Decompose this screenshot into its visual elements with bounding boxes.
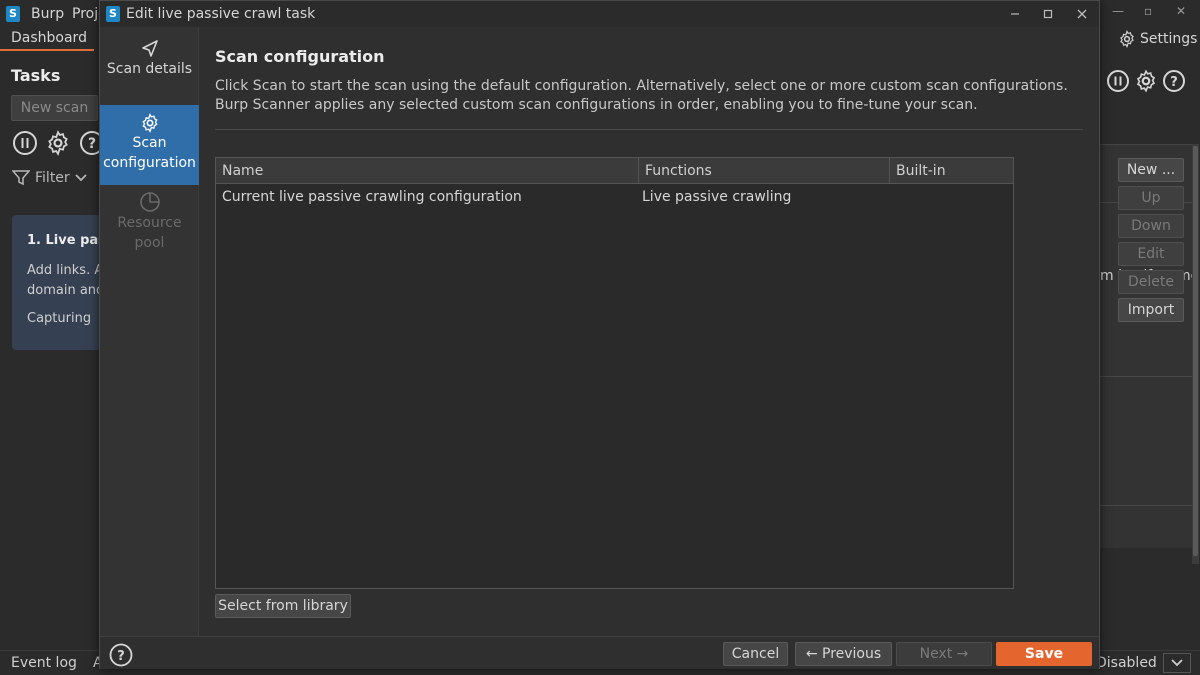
- sidebar-item-scan-details[interactable]: Scan details: [100, 39, 199, 89]
- sidebar-item-scan-configuration[interactable]: Scan configuration: [100, 105, 199, 185]
- new-scan-button[interactable]: New scan: [11, 95, 98, 121]
- previous-button[interactable]: ← Previous: [795, 642, 892, 666]
- table-row[interactable]: Current live passive crawling configurat…: [216, 185, 1013, 209]
- dialog-footer: ? Cancel ← Previous Next → Save: [100, 636, 1099, 669]
- pause-icon[interactable]: [1105, 68, 1131, 94]
- pie-chart-icon: [139, 192, 160, 212]
- menu-burp[interactable]: Burp: [31, 6, 64, 22]
- next-label: Next: [919, 646, 953, 662]
- filter-button[interactable]: Filter: [12, 170, 87, 186]
- help-icon[interactable]: ?: [109, 643, 133, 667]
- column-header-built-in[interactable]: Built-in: [890, 158, 1013, 184]
- task-card-status: Capturing: [27, 311, 92, 326]
- task-card-desc-1: Add links. A: [27, 263, 104, 278]
- column-header-name[interactable]: Name: [216, 158, 639, 184]
- page-description: Click Scan to start the scan using the d…: [215, 78, 1068, 113]
- app-close-icon[interactable]: ✕: [1176, 4, 1186, 18]
- send-icon: [141, 40, 158, 57]
- cancel-button[interactable]: Cancel: [723, 642, 788, 666]
- cell-functions: Live passive crawling: [642, 189, 792, 205]
- settings-button[interactable]: Settings: [1118, 28, 1197, 50]
- status-dropdown[interactable]: Disabled: [1096, 653, 1191, 673]
- app-restore-icon[interactable]: ▫: [1144, 4, 1152, 18]
- gear-icon[interactable]: [1133, 68, 1159, 94]
- edit-task-dialog: S Edit live passive crawl task Scan deta…: [99, 0, 1184, 669]
- sidebar-item-label: Scan: [132, 135, 167, 151]
- filter-icon: [12, 170, 30, 186]
- table-header: Name Functions Built-in: [216, 158, 1013, 184]
- task-card[interactable]: 1. Live passi Add links. A domain and Ca…: [12, 215, 108, 350]
- arrow-right-icon: →: [956, 646, 969, 662]
- page-title: Scan configuration: [215, 47, 385, 66]
- svg-text:?: ?: [117, 649, 125, 664]
- sidebar-item-label: Scan details: [106, 61, 193, 77]
- help-icon[interactable]: ?: [1161, 68, 1187, 94]
- status-dropdown-value: Disabled: [1096, 655, 1157, 671]
- tab-dashboard[interactable]: Dashboard: [0, 28, 94, 51]
- svg-text:?: ?: [1170, 75, 1178, 90]
- move-down-button[interactable]: Down: [1118, 214, 1184, 238]
- next-button[interactable]: Next →: [896, 642, 992, 666]
- task-card-desc-2: domain and: [27, 283, 105, 298]
- maximize-icon[interactable]: [1036, 4, 1060, 24]
- filter-label: Filter: [35, 170, 70, 186]
- sidebar-item-label: Resource: [117, 215, 182, 231]
- chevron-down-icon: [75, 174, 87, 182]
- chevron-down-icon[interactable]: [1162, 653, 1191, 673]
- task-card-title: 1. Live passi: [27, 233, 108, 248]
- sidebar-item-label: configuration: [103, 155, 196, 171]
- settings-label: Settings: [1140, 31, 1198, 47]
- edit-config-button[interactable]: Edit: [1118, 242, 1184, 266]
- close-icon[interactable]: [1070, 4, 1094, 24]
- arrow-left-icon: ←: [805, 646, 818, 662]
- move-up-button[interactable]: Up: [1118, 186, 1184, 210]
- gear-icon: [141, 113, 158, 133]
- previous-label: Previous: [822, 646, 882, 662]
- import-config-button[interactable]: Import: [1118, 298, 1184, 322]
- select-from-library-button[interactable]: Select from library: [215, 594, 351, 618]
- app-minimize-icon[interactable]: —: [1112, 4, 1124, 18]
- dialog-sidebar: Scan details Scan configuration Resource…: [100, 27, 199, 636]
- cell-name: Current live passive crawling configurat…: [222, 189, 522, 205]
- divider: [1100, 505, 1192, 506]
- pause-icon[interactable]: [12, 130, 38, 156]
- divider: [215, 129, 1083, 130]
- sidebar-item-resource-pool: Resource pool: [100, 191, 199, 261]
- scrollbar-thumb[interactable]: [1193, 146, 1198, 556]
- minimize-icon[interactable]: [1003, 4, 1027, 24]
- gear-icon: [1120, 30, 1134, 48]
- divider: [1100, 376, 1192, 377]
- burp-logo-icon: S: [106, 6, 120, 22]
- svg-text:?: ?: [88, 136, 96, 152]
- cell-built-in: [887, 185, 893, 209]
- new-config-button[interactable]: New ...: [1118, 158, 1184, 182]
- event-log-button[interactable]: Event log: [11, 655, 77, 671]
- dialog-content: Scan configuration Click Scan to start t…: [200, 27, 1184, 636]
- sidebar-item-label: pool: [134, 235, 165, 251]
- tasks-title: Tasks: [11, 66, 61, 85]
- scan-config-table[interactable]: Name Functions Built-in Current live pas…: [215, 157, 1014, 589]
- delete-config-button[interactable]: Delete: [1118, 270, 1184, 294]
- dialog-titlebar[interactable]: S Edit live passive crawl task: [100, 1, 1099, 27]
- burp-logo-icon: S: [6, 6, 20, 22]
- gear-icon[interactable]: [45, 130, 71, 156]
- column-header-functions[interactable]: Functions: [639, 158, 890, 184]
- dialog-title: Edit live passive crawl task: [126, 6, 316, 22]
- save-button[interactable]: Save: [996, 642, 1092, 666]
